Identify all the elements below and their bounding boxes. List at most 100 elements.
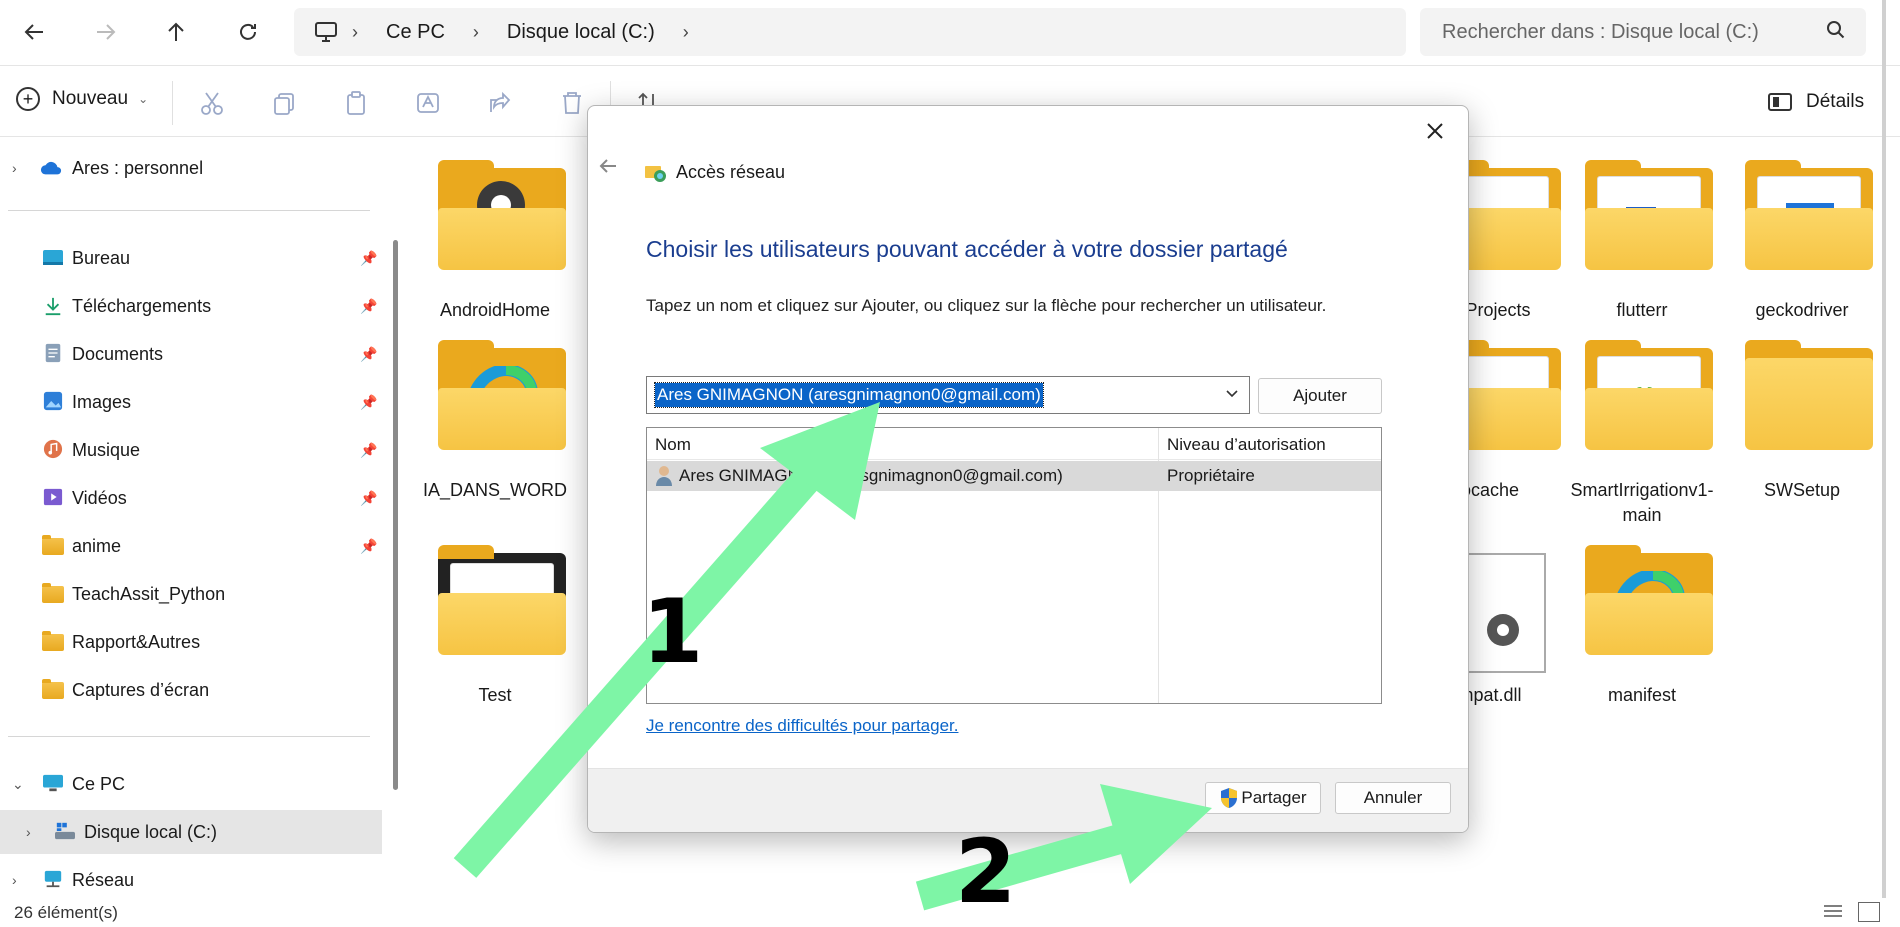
download-icon bbox=[45, 297, 61, 316]
sidebar-item-telechargements[interactable]: Téléchargements 📌 bbox=[0, 284, 382, 328]
dialog-back-button[interactable] bbox=[598, 156, 618, 182]
address-bar-row: › Ce PC › Disque local (C:) › Rechercher… bbox=[0, 0, 1900, 66]
sidebar-item-videos[interactable]: Vidéos 📌 bbox=[0, 476, 382, 520]
sidebar-item-captures[interactable]: Captures d’écran bbox=[0, 668, 382, 712]
window-scrollbar[interactable] bbox=[1882, 0, 1886, 898]
table-header: Nom Niveau d’autorisation bbox=[647, 428, 1381, 460]
new-button[interactable]: + Nouveau ⌄ bbox=[16, 87, 148, 111]
pin-icon[interactable]: 📌 bbox=[360, 442, 377, 459]
chevron-right-icon[interactable]: › bbox=[352, 22, 358, 43]
chevron-right-icon[interactable]: › bbox=[683, 22, 689, 43]
pin-icon[interactable]: 📌 bbox=[360, 346, 377, 363]
sidebar-divider bbox=[8, 210, 370, 211]
chevron-right-icon[interactable]: › bbox=[12, 872, 17, 888]
add-user-button[interactable]: Ajouter bbox=[1258, 378, 1382, 414]
sidebar-item-label: Rapport&Autres bbox=[72, 631, 201, 652]
chevron-right-icon[interactable]: › bbox=[26, 824, 31, 840]
sidebar-item-musique[interactable]: Musique 📌 bbox=[0, 428, 382, 472]
arrow-right-icon bbox=[97, 24, 116, 40]
chevron-down-icon[interactable] bbox=[1225, 387, 1239, 402]
folder-tile[interactable]: SWSetup bbox=[1727, 340, 1877, 528]
cut-button[interactable] bbox=[198, 89, 226, 117]
search-input[interactable]: Rechercher dans : Disque local (C:) bbox=[1420, 8, 1866, 56]
sidebar-item-network[interactable]: › Réseau bbox=[0, 858, 382, 902]
gear-icon bbox=[1487, 614, 1519, 646]
share-toolbar-button[interactable] bbox=[486, 89, 514, 117]
sidebar-item-images[interactable]: Images 📌 bbox=[0, 380, 382, 424]
table-row[interactable]: Ares GNIMAGNON (aresgnimagnon0@gmail.com… bbox=[647, 461, 1381, 491]
copy-icon bbox=[274, 93, 294, 115]
chevron-right-icon[interactable]: › bbox=[12, 160, 17, 176]
folder-icon bbox=[438, 160, 566, 270]
copy-button[interactable] bbox=[270, 89, 298, 117]
pin-icon[interactable]: 📌 bbox=[360, 394, 377, 411]
details-pane-icon bbox=[1768, 93, 1792, 111]
sidebar-scrollbar[interactable] bbox=[393, 240, 398, 790]
uac-shield-icon bbox=[1221, 788, 1238, 808]
forward-button[interactable] bbox=[88, 14, 124, 50]
dialog-description: Tapez un nom et cliquez sur Ajouter, ou … bbox=[646, 296, 1327, 315]
details-button[interactable]: Détails bbox=[1768, 91, 1864, 113]
computer-icon bbox=[43, 774, 63, 792]
user-permissions-table: Nom Niveau d’autorisation Ares GNIMAGNON… bbox=[646, 427, 1382, 704]
tile-label: Test bbox=[478, 685, 512, 705]
share-button-label: Partager bbox=[1241, 788, 1307, 807]
sidebar-item-bureau[interactable]: Bureau 📌 bbox=[0, 236, 382, 280]
delete-button[interactable] bbox=[558, 89, 586, 117]
pin-icon[interactable]: 📌 bbox=[360, 490, 377, 507]
pin-icon[interactable]: 📌 bbox=[360, 250, 377, 267]
refresh-button[interactable] bbox=[230, 14, 266, 50]
folder-tile[interactable]: { } SmartIrrigationv1-main bbox=[1567, 340, 1717, 548]
breadcrumb-local-disk[interactable]: Disque local (C:) bbox=[507, 21, 655, 44]
user-name-combobox[interactable]: Ares GNIMAGNON (aresgnimagnon0@gmail.com… bbox=[646, 376, 1250, 414]
folder-tile[interactable]: manifest bbox=[1567, 545, 1717, 733]
cloud-icon bbox=[40, 161, 62, 175]
up-button[interactable] bbox=[158, 14, 194, 50]
grid-view-icon[interactable] bbox=[1858, 902, 1880, 922]
search-placeholder: Rechercher dans : Disque local (C:) bbox=[1442, 20, 1759, 43]
chevron-down-icon[interactable]: ⌄ bbox=[12, 776, 24, 793]
folder-tile[interactable]: AndroidHome bbox=[420, 160, 570, 348]
arrow-up-icon bbox=[168, 22, 184, 41]
folder-tile[interactable]: geckodriver bbox=[1727, 160, 1877, 348]
sidebar-item-onedrive[interactable]: › Ares : personnel bbox=[0, 146, 382, 190]
paste-button[interactable] bbox=[342, 89, 370, 117]
breadcrumb-this-pc[interactable]: Ce PC bbox=[386, 21, 445, 44]
sidebar-item-local-disk[interactable]: › Disque local (C:) bbox=[0, 810, 382, 854]
folder-icon bbox=[1745, 340, 1873, 450]
pin-icon[interactable]: 📌 bbox=[360, 298, 377, 315]
scissors-icon bbox=[201, 92, 223, 115]
address-breadcrumb[interactable]: › Ce PC › Disque local (C:) › bbox=[294, 8, 1406, 56]
chevron-right-icon[interactable]: › bbox=[473, 22, 479, 43]
sidebar-item-label: Réseau bbox=[72, 869, 135, 890]
folder-icon: W bbox=[1585, 160, 1713, 270]
sidebar-item-anime[interactable]: anime 📌 bbox=[0, 524, 382, 568]
list-view-icon[interactable] bbox=[1822, 902, 1844, 922]
sidebar-item-label: Disque local (C:) bbox=[84, 821, 218, 842]
folder-tile[interactable]: IA_DANS_WORD bbox=[420, 340, 570, 528]
cancel-button[interactable]: Annuler bbox=[1335, 782, 1451, 814]
sidebar-item-rapport[interactable]: Rapport&Autres bbox=[0, 620, 382, 664]
sharing-help-link[interactable]: Je rencontre des difficultés pour partag… bbox=[646, 716, 958, 736]
sidebar-item-this-pc[interactable]: ⌄ Ce PC bbox=[0, 762, 382, 806]
sidebar-item-teachassit[interactable]: TeachAssit_Python bbox=[0, 572, 382, 616]
pin-icon[interactable]: 📌 bbox=[360, 538, 377, 555]
column-header-level[interactable]: Niveau d’autorisation bbox=[1167, 435, 1326, 455]
sidebar-divider bbox=[8, 736, 370, 737]
user-name-input-value[interactable]: Ares GNIMAGNON (aresgnimagnon0@gmail.com… bbox=[654, 382, 1044, 408]
user-icon bbox=[656, 466, 672, 486]
navigation-pane: › Ares : personnel Bureau 📌 Téléchargeme… bbox=[0, 138, 384, 898]
image-icon bbox=[43, 391, 63, 411]
permission-level-cell[interactable]: Propriétaire bbox=[1167, 466, 1255, 486]
column-header-name[interactable]: Nom bbox=[655, 435, 691, 455]
share-button[interactable]: Partager bbox=[1205, 782, 1321, 814]
dialog-footer: Partager Annuler bbox=[588, 768, 1468, 832]
rename-button[interactable] bbox=[414, 89, 442, 117]
back-button[interactable] bbox=[16, 14, 52, 50]
tile-label: SWSetup bbox=[1763, 480, 1841, 500]
folder-tile[interactable]: Test bbox=[420, 545, 570, 733]
sidebar-item-documents[interactable]: Documents 📌 bbox=[0, 332, 382, 376]
folder-tile[interactable]: W flutterr bbox=[1567, 160, 1717, 348]
close-button[interactable] bbox=[1420, 116, 1450, 146]
network-access-dialog: Accès réseau Choisir les utilisateurs po… bbox=[587, 105, 1469, 833]
